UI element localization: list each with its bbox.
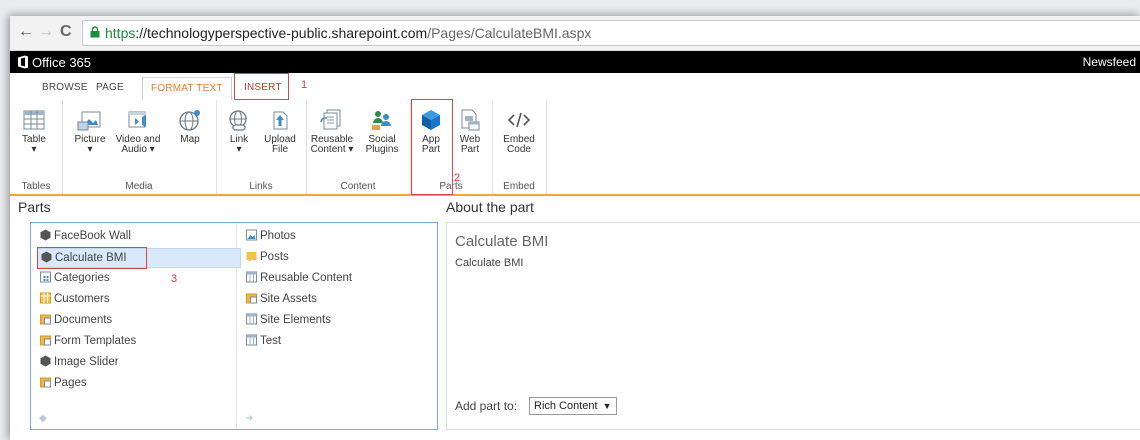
embed-code-icon [507, 112, 531, 128]
part-name: Calculate BMI [455, 233, 549, 250]
ribbon-group-content: Reusable Content ▾ Social Plugins Conten… [306, 100, 411, 194]
ribbon: Table ▾ Tables Picture ▾ Video and Audio… [10, 99, 1140, 196]
annotation-3: 3 [171, 273, 178, 285]
add-part-to-select[interactable]: Rich Content ▼ [529, 397, 617, 415]
list-item-facebook-wall[interactable]: FaceBook Wall [39, 227, 131, 245]
group-label-tables: Tables [21, 181, 51, 192]
list-item-posts[interactable]: Posts [245, 248, 289, 266]
browser-window: ← → C https://technologyperspective-publ… [10, 16, 1140, 440]
tab-page[interactable]: PAGE [88, 77, 132, 99]
annotation-1: 1 [301, 79, 308, 91]
office-logo-icon [18, 55, 28, 69]
lock-icon [90, 26, 100, 38]
annotation-box-calculate-bmi [37, 247, 147, 269]
list-item-documents[interactable]: Documents [39, 311, 112, 329]
posts-icon [246, 252, 257, 262]
library-icon [40, 335, 51, 346]
list-item-image-slider[interactable]: Image Slider [39, 353, 119, 371]
group-label-content: Content [340, 181, 376, 192]
group-label-embed: Embed [503, 181, 535, 192]
table-button[interactable]: Table ▾ [14, 108, 54, 155]
scroll-right-icon[interactable]: ➜ [245, 413, 253, 424]
list-item-site-elements[interactable]: Site Elements [245, 311, 331, 329]
annotation-box-app-part [411, 99, 453, 195]
picture-library-icon [246, 229, 257, 241]
ribbon-group-media: Picture ▾ Video and Audio ▾ Map Media [62, 100, 217, 194]
library-icon [246, 293, 257, 304]
about-panel: Calculate BMI Calculate BMI Add part to:… [446, 222, 1140, 430]
group-label-links: Links [249, 181, 273, 192]
annotation-2: 2 [454, 172, 461, 184]
ribbon-group-embed: Embed Code Embed [492, 100, 547, 194]
list-item-customers[interactable]: Customers [39, 290, 110, 308]
suite-title[interactable]: Office 365 [32, 55, 91, 70]
picture-icon [77, 111, 101, 131]
globe-icon [179, 110, 200, 131]
link-button[interactable]: Link ▾ [222, 108, 256, 155]
add-part-to-label: Add part to: [455, 399, 518, 413]
categories-icon [40, 271, 51, 283]
ribbon-tabs: BROWSE PAGE FORMAT TEXT INSERT 1 [10, 73, 1140, 101]
embed-code-button[interactable]: Embed Code [500, 108, 538, 155]
forward-arrow-icon[interactable]: → [38, 23, 54, 41]
list-item-reusable-content[interactable]: Reusable Content [245, 269, 352, 287]
about-heading: About the part [446, 199, 534, 215]
list-item-categories[interactable]: Categories [39, 269, 110, 287]
parts-heading: Parts [18, 199, 51, 215]
video-icon [128, 111, 146, 128]
dropdown-caret-icon: ▼ [602, 401, 612, 411]
web-part-icon [461, 109, 480, 131]
library-icon [40, 377, 51, 388]
social-plugins-icon [372, 111, 391, 130]
parts-list: FaceBook Wall Calculate BMI 3 Categories… [30, 222, 438, 430]
reusable-content-icon [320, 109, 341, 130]
reload-icon[interactable]: C [60, 23, 72, 41]
url-text: https://technologyperspective-public.sha… [105, 25, 592, 41]
suite-bar: Office 365 Newsfeed [10, 51, 1140, 73]
part-description: Calculate BMI [455, 257, 524, 269]
back-arrow-icon[interactable]: ← [18, 23, 34, 41]
web-part-button[interactable]: Web Part [454, 108, 486, 155]
browser-toolbar: ← → C https://technologyperspective-publ… [10, 16, 1140, 51]
list-item-photos[interactable]: Photos [245, 227, 296, 245]
ribbon-group-links: Link ▾ Upload File Links [216, 100, 307, 194]
group-label-media: Media [125, 181, 153, 192]
link-globe-icon [229, 110, 247, 131]
ribbon-group-tables: Table ▾ Tables [10, 100, 63, 194]
scroll-left-icon[interactable]: ◆ [39, 413, 47, 424]
annotation-box-insert [234, 73, 289, 100]
social-plugins-button[interactable]: Social Plugins [360, 108, 404, 155]
picture-button[interactable]: Picture ▾ [72, 108, 108, 155]
list-icon [246, 334, 257, 346]
tab-format-text[interactable]: FORMAT TEXT [142, 77, 232, 101]
tab-browse[interactable]: BROWSE [34, 77, 96, 99]
reusable-content-button[interactable]: Reusable Content ▾ [308, 108, 356, 155]
app-hexagon-icon [40, 229, 51, 241]
newsfeed-link[interactable]: Newsfeed [1083, 55, 1136, 69]
list-icon [246, 313, 257, 325]
map-button[interactable]: Map [172, 108, 208, 145]
list-item-test[interactable]: Test [245, 332, 281, 350]
table-icon [23, 110, 45, 130]
app-hexagon-icon [40, 355, 51, 367]
list-item-site-assets[interactable]: Site Assets [245, 290, 317, 308]
list-icon [246, 271, 257, 283]
upload-icon [273, 111, 288, 130]
list-item-form-templates[interactable]: Form Templates [39, 332, 136, 350]
upload-file-button[interactable]: Upload File [260, 108, 300, 155]
list-table-icon [40, 292, 51, 304]
library-icon [40, 314, 51, 325]
list-item-pages[interactable]: Pages [39, 374, 87, 392]
address-bar[interactable]: https://technologyperspective-public.sha… [82, 20, 1140, 46]
video-audio-button[interactable]: Video and Audio ▾ [110, 108, 166, 155]
